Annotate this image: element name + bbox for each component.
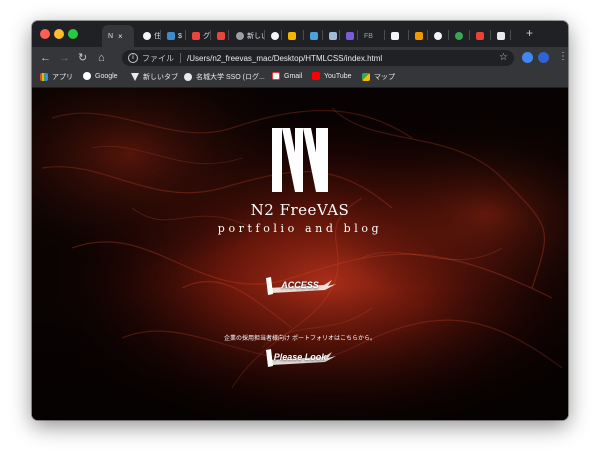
bookmark-star-icon[interactable]: ☆ xyxy=(499,52,508,63)
tab[interactable] xyxy=(428,25,442,47)
info-icon[interactable]: i xyxy=(128,53,138,63)
youtube-icon xyxy=(312,72,320,80)
gmail-icon xyxy=(192,32,200,40)
page-viewport: N2 FreeVAS portfolio and blog ACCESS 企業の… xyxy=(32,88,568,420)
tab[interactable] xyxy=(211,25,225,47)
gmail-icon xyxy=(272,72,280,80)
site-icon xyxy=(415,32,423,40)
tab[interactable] xyxy=(323,25,337,47)
bookmark-label: Gmail xyxy=(284,72,303,80)
site-icon xyxy=(288,32,296,40)
browser-window: N × 住 $ グ 新しい FB + ← → ↻ ⌂ i ファイル /Users… xyxy=(32,21,568,420)
apps-grid-icon xyxy=(40,73,48,81)
access-button[interactable]: ACCESS xyxy=(262,274,338,296)
maximize-window-button[interactable] xyxy=(68,29,78,39)
bookmark-label: マップ xyxy=(374,74,395,81)
back-icon[interactable]: ← xyxy=(40,51,51,65)
bookmark-label: Google xyxy=(95,72,118,80)
tab[interactable]: $ xyxy=(161,25,186,47)
google-icon xyxy=(434,32,442,40)
site-tagline: portfolio and blog xyxy=(217,222,383,235)
please-look-button[interactable]: Please Look xyxy=(262,346,338,368)
globe-icon xyxy=(184,73,192,81)
tab[interactable]: グ xyxy=(186,25,211,47)
forward-icon[interactable]: → xyxy=(59,51,70,65)
extension-icon[interactable] xyxy=(538,52,549,63)
bookmark-new-tab[interactable]: 新しいタブ xyxy=(131,72,178,82)
site-icon xyxy=(497,32,505,40)
tab-title: N xyxy=(108,32,114,40)
please-look-label: Please Look xyxy=(273,352,327,362)
access-label: ACCESS xyxy=(281,280,319,290)
site-icon xyxy=(455,32,463,40)
blank-page-icon xyxy=(236,32,244,40)
google-icon xyxy=(83,72,91,80)
tab[interactable] xyxy=(385,25,399,47)
close-window-button[interactable] xyxy=(40,29,50,39)
n2-logo-icon xyxy=(272,128,328,192)
minimize-window-button[interactable] xyxy=(54,29,64,39)
extension-icon[interactable] xyxy=(522,52,533,63)
site-icon xyxy=(167,32,175,40)
bookmark-apps[interactable]: アプリ xyxy=(40,72,73,82)
maps-icon xyxy=(362,73,370,81)
site-icon xyxy=(476,32,484,40)
tab[interactable]: 住 xyxy=(137,25,162,47)
tab[interactable] xyxy=(304,25,318,47)
chrome-icon xyxy=(143,32,151,40)
tab-title: FB xyxy=(364,32,373,40)
gmail-icon xyxy=(217,32,225,40)
toolbar: ← → ↻ ⌂ i ファイル /Users/n2_freevas_mac/Des… xyxy=(32,47,568,69)
recruiter-lead-text: 企業の採用担当者様向け ポートフォリオはこちらから。 xyxy=(224,335,376,342)
bookmark-google[interactable]: Google xyxy=(83,72,118,80)
tab[interactable] xyxy=(491,25,505,47)
bookmark-gmail[interactable]: Gmail xyxy=(272,72,302,80)
bookmark-sso[interactable]: 名城大学 SSO (ログ... xyxy=(184,72,265,82)
bookmark-youtube[interactable]: YouTube xyxy=(312,72,352,80)
bookmarks-bar: アプリ Google 新しいタブ 名城大学 SSO (ログ... Gmail Y… xyxy=(32,69,568,88)
tab[interactable] xyxy=(265,25,279,47)
bookmark-maps[interactable]: マップ xyxy=(362,72,395,82)
site-title: N2 FreeVAS xyxy=(250,201,350,219)
site-icon xyxy=(346,32,354,40)
doc-icon xyxy=(391,32,399,40)
tab[interactable] xyxy=(470,25,484,47)
home-icon[interactable]: ⌂ xyxy=(98,51,105,65)
hero: N2 FreeVAS portfolio and blog ACCESS 企業の… xyxy=(32,88,568,420)
tab[interactable] xyxy=(449,25,463,47)
google-icon xyxy=(271,32,279,40)
bookmark-label: YouTube xyxy=(324,72,352,80)
site-icon xyxy=(310,32,318,40)
tab-strip: N × 住 $ グ 新しい FB + xyxy=(32,21,568,47)
bookmark-label: アプリ xyxy=(52,74,73,81)
reload-icon[interactable]: ↻ xyxy=(78,51,87,65)
bookmark-label: 新しいタブ xyxy=(143,74,178,81)
tab-title: 新しい xyxy=(247,33,265,40)
triangle-icon xyxy=(131,73,139,81)
menu-icon[interactable]: ⋮ xyxy=(558,50,568,64)
bookmark-label: 名城大学 SSO (ログ... xyxy=(196,74,265,81)
doc-icon xyxy=(329,32,337,40)
tab[interactable]: FB xyxy=(358,25,380,47)
tab[interactable]: 新しい xyxy=(230,25,265,47)
new-tab-button[interactable]: + xyxy=(526,27,533,39)
tab[interactable] xyxy=(282,25,296,47)
url-text[interactable]: /Users/n2_freevas_mac/Desktop/HTMLCSS/in… xyxy=(187,54,382,63)
tab[interactable] xyxy=(409,25,423,47)
address-bar[interactable]: i ファイル /Users/n2_freevas_mac/Desktop/HTM… xyxy=(122,50,514,66)
close-tab-icon[interactable]: × xyxy=(118,32,123,41)
scheme-label: ファイル xyxy=(142,53,174,63)
tab[interactable] xyxy=(340,25,354,47)
tab-active[interactable]: N × xyxy=(102,25,134,47)
